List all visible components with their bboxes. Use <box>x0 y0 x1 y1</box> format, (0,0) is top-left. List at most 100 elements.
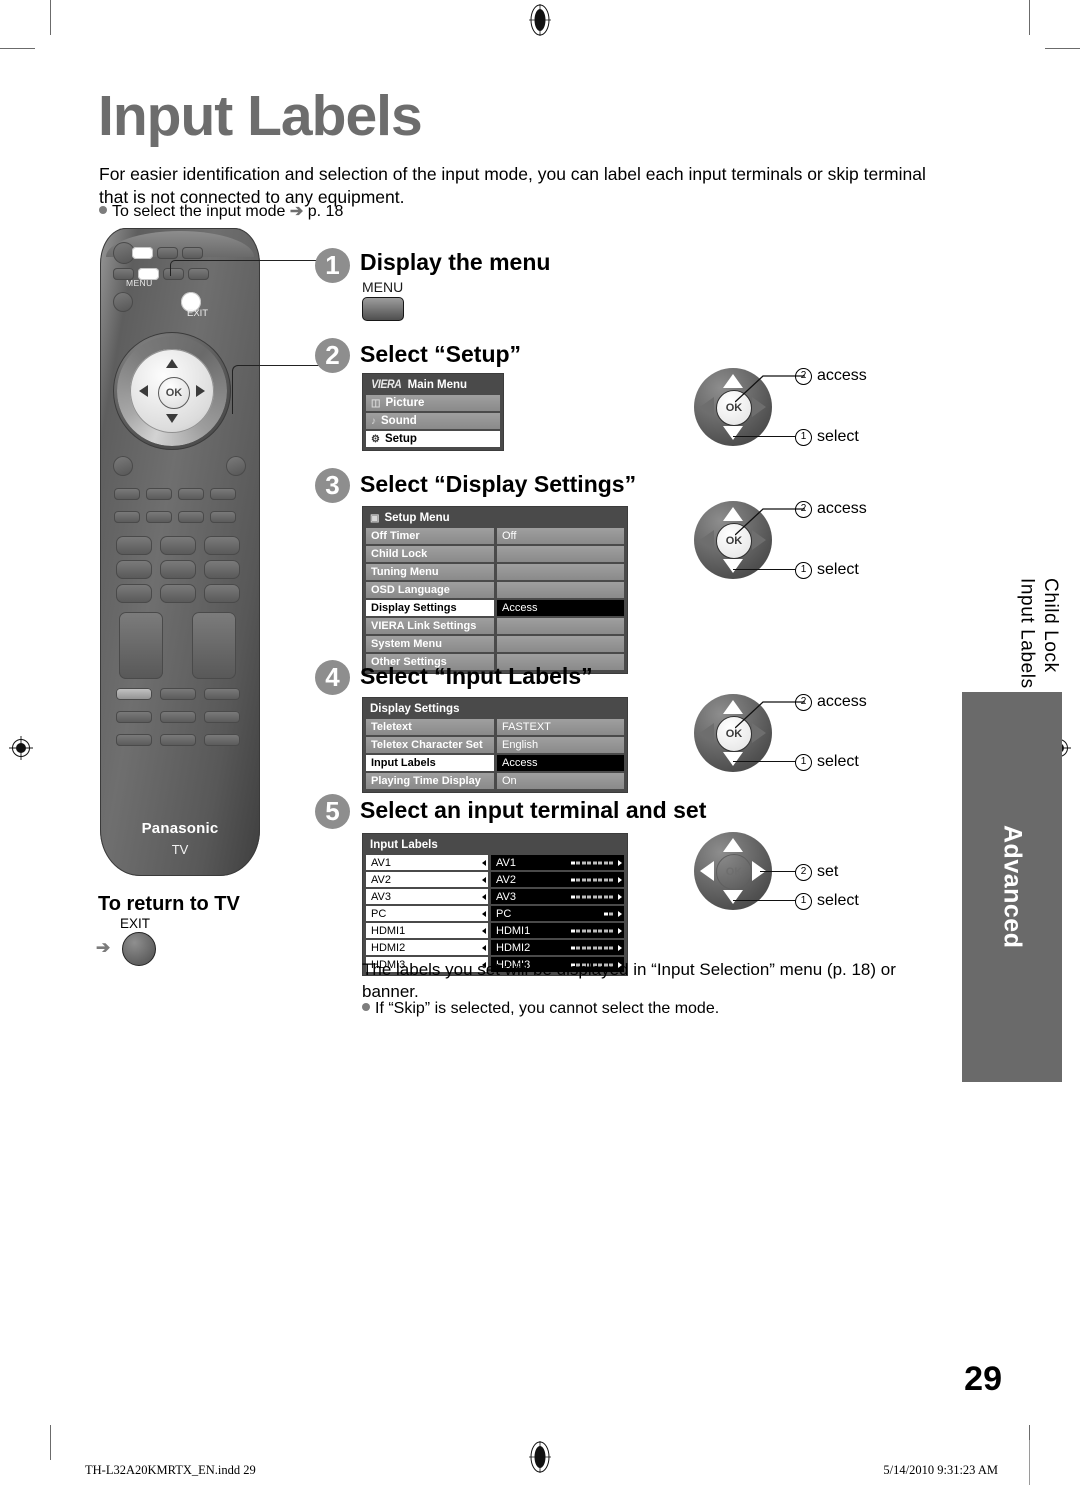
remote-num-5 <box>160 560 196 579</box>
remote-num-2 <box>160 536 196 555</box>
side-tab-references: Child Lock Input Labels <box>1015 578 1063 689</box>
remote-bottom-button-8 <box>160 734 196 746</box>
osd-setup-row-system-menu[interactable]: System Menu <box>366 636 624 652</box>
callout-step4-select-number: 1 <box>795 753 812 771</box>
osd-setup-menu-title-text: Setup Menu <box>384 512 450 524</box>
callout-line-step3-select <box>733 569 795 570</box>
osd-display-row-input-labels[interactable]: Input Labels Access <box>366 755 624 771</box>
navpad-step4-down-icon[interactable] <box>723 752 743 766</box>
callout-step4-access-text: access <box>817 693 867 710</box>
osd-display-row-teletext-name: Teletext <box>366 719 494 735</box>
caret-left-icon[interactable] <box>482 893 486 900</box>
callout-step2-access: 2 access <box>795 367 867 385</box>
caret-left-icon[interactable] <box>482 927 486 934</box>
caret-left-icon[interactable] <box>482 876 486 883</box>
callout-step3-access: 2 access <box>795 500 867 518</box>
remote-dpad-up-icon <box>166 359 178 368</box>
step-number-3: 3 <box>315 468 350 503</box>
leader-line-step1 <box>170 260 321 276</box>
caret-right-icon[interactable] <box>618 910 622 917</box>
osd-setup-row-display-settings[interactable]: Display Settings Access <box>366 600 624 616</box>
remote-dpad-left-icon <box>139 385 148 397</box>
callout-line-step4-select <box>733 761 795 762</box>
remote-color-button-2 <box>146 488 172 500</box>
step-number-5: 5 <box>315 794 350 829</box>
osd-main-menu-title: VIERA Main Menu <box>366 377 500 393</box>
crop-mark-top-left <box>50 0 51 35</box>
osd-setup-row-osd-language[interactable]: OSD Language <box>366 582 624 598</box>
osd-setup-menu: ▣ Setup Menu Off Timer Off Child Lock Tu… <box>362 506 628 674</box>
callout-step2-select-number: 1 <box>795 428 812 446</box>
navpad-step3-down-icon[interactable] <box>723 559 743 573</box>
intro-bullet-ref: p. 18 <box>307 203 344 220</box>
osd-input-row-hdmi1-label: HDMI1 <box>491 923 624 938</box>
exit-button[interactable] <box>122 932 156 966</box>
osd-input-row-hdmi1-terminal: HDMI1 <box>366 923 488 938</box>
osd-main-menu-item-sound[interactable]: ♪ Sound <box>366 413 500 429</box>
osd-input-row-hdmi2-label-text: HDMI2 <box>496 941 531 954</box>
menu-key-label: MENU <box>362 279 404 295</box>
arrow-right-icon: ➔ <box>96 938 111 957</box>
remote-menu-button-top <box>132 247 153 259</box>
caret-right-icon[interactable] <box>618 859 622 866</box>
step-heading-3: Select “Display Settings” <box>360 471 637 497</box>
bullet-dot-icon <box>99 206 107 214</box>
osd-input-row-av2-label-text: AV2 <box>496 873 516 886</box>
remote-brand-logo: Panasonic <box>141 820 219 837</box>
remote-num-6 <box>204 560 240 579</box>
osd-display-row-teletex-character-set[interactable]: Teletex Character Set English <box>366 737 624 753</box>
navpad-step5-down-icon[interactable] <box>723 890 743 904</box>
osd-input-row-av2[interactable]: AV2 AV2 <box>366 872 624 887</box>
callout-step2-access-text: access <box>817 367 867 384</box>
caret-left-icon[interactable] <box>482 944 486 951</box>
osd-input-row-av3-label-text: AV3 <box>496 890 516 903</box>
osd-setup-row-off-timer[interactable]: Off Timer Off <box>366 528 624 544</box>
navpad-step2-down-icon[interactable] <box>723 426 743 440</box>
osd-display-row-teletext[interactable]: Teletext FASTEXT <box>366 719 624 735</box>
caret-right-icon[interactable] <box>618 944 622 951</box>
step-heading-2: Select “Setup” <box>360 341 522 367</box>
return-to-tv-exit-label: EXIT <box>120 916 151 931</box>
osd-setup-row-viera-link-settings[interactable]: VIERA Link Settings <box>366 618 624 634</box>
footer-file-name: TH-L32A20KMRTX_EN.indd 29 <box>85 1463 256 1477</box>
remote-ok-button[interactable]: OK <box>158 377 190 409</box>
callout-step5-set-text: set <box>817 863 839 880</box>
osd-input-row-av3[interactable]: AV3 AV3 <box>366 889 624 904</box>
osd-input-row-hdmi2[interactable]: HDMI2 HDMI2 <box>366 940 624 955</box>
osd-main-menu-item-picture[interactable]: ◫ Picture <box>366 395 500 411</box>
callout-step2-access-number: 2 <box>795 367 812 385</box>
osd-input-labels: Input Labels AV1 AV1 AV2 AV2 AV3 AV3 PC … <box>362 833 628 976</box>
caret-right-icon[interactable] <box>618 893 622 900</box>
osd-setup-row-tuning-menu[interactable]: Tuning Menu <box>366 564 624 580</box>
leader-line-step2 <box>232 365 323 414</box>
osd-input-row-hdmi2-terminal: HDMI2 <box>366 940 488 955</box>
osd-input-row-pc[interactable]: PC PC <box>366 906 624 921</box>
osd-main-menu: VIERA Main Menu ◫ Picture ♪ Sound ⚙ Setu… <box>362 373 504 451</box>
remote-lower-left-round <box>113 456 133 476</box>
sound-icon: ♪ <box>371 415 376 427</box>
osd-setup-row-viera-link-settings-name: VIERA Link Settings <box>366 618 494 634</box>
navpad-step5-ok-button[interactable]: OK <box>716 854 752 890</box>
osd-input-row-hdmi1[interactable]: HDMI1 HDMI1 <box>366 923 624 938</box>
registration-mark-top <box>527 4 553 36</box>
caret-right-icon[interactable] <box>618 927 622 934</box>
navpad-step5-up-icon[interactable] <box>723 838 743 852</box>
osd-display-row-playing-time-display[interactable]: Playing Time Display On <box>366 773 624 789</box>
menu-key-button[interactable] <box>362 297 404 321</box>
remote-dpad[interactable]: OK <box>113 332 231 450</box>
osd-setup-row-child-lock-name: Child Lock <box>366 546 494 562</box>
caret-left-icon[interactable] <box>482 910 486 917</box>
osd-input-row-hdmi1-label-text: HDMI1 <box>496 924 531 937</box>
osd-main-menu-item-setup[interactable]: ⚙ Setup <box>366 431 500 447</box>
osd-input-row-hdmi2-terminal-text: HDMI2 <box>371 941 406 954</box>
remote-control-illustration: MENU EXIT OK Panasonic TV <box>100 228 260 878</box>
osd-input-row-pc-terminal: PC <box>366 906 488 921</box>
osd-input-row-av1[interactable]: AV1 AV1 <box>366 855 624 870</box>
osd-setup-row-child-lock[interactable]: Child Lock <box>366 546 624 562</box>
navpad-step5-left-icon[interactable] <box>700 861 714 881</box>
crop-mark-top-right <box>1029 0 1030 35</box>
osd-input-row-av1-indicator <box>570 861 613 864</box>
caret-right-icon[interactable] <box>618 876 622 883</box>
caret-left-icon[interactable] <box>482 859 486 866</box>
remote-brand-sub: TV <box>171 842 189 857</box>
